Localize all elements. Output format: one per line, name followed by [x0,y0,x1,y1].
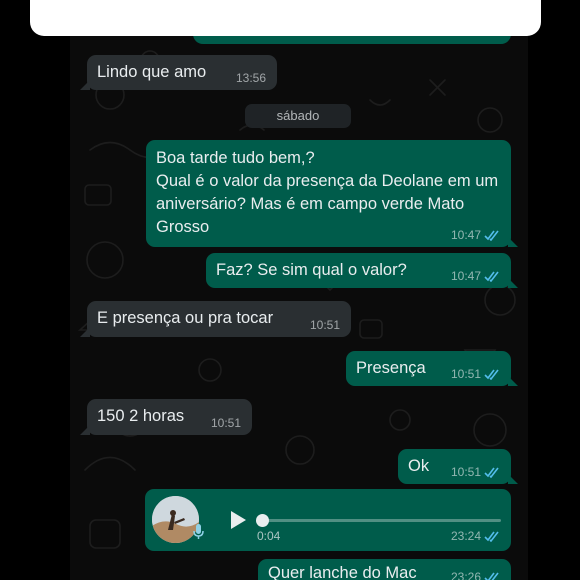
top-sheet-overlay [30,0,541,36]
message-time: 10:51 [210,416,241,430]
message-out-4[interactable]: Ok 10:51 [398,449,518,484]
message-text: Quer lanche do Mac [268,564,417,580]
message-text: Presença [356,359,426,377]
audio-scrubber-handle[interactable] [256,514,269,527]
read-receipt-icon [484,531,499,542]
message-text: Boa tarde tudo bem,? Qual é o valor da p… [156,149,499,236]
read-receipt-icon [484,230,499,241]
message-time: 10:47 [450,269,481,283]
read-receipt-icon [484,467,499,478]
message-meta: 10:51 [310,318,340,332]
message-out-3[interactable]: Presença 10:51 [346,351,518,386]
message-text: Faz? Se sim qual o valor? [216,261,407,279]
message-meta: 10:47 [451,269,501,283]
date-separator: sábado [245,104,351,128]
message-out-5[interactable]: Quer lanche do Mac 23:26 [258,559,511,580]
message-text: Ok [408,457,430,475]
message-text: E presença ou pra tocar [97,309,274,327]
whatsapp-chat-screen: Lindo que amo 13:56 sábado Boa tarde tud… [0,0,580,580]
message-text: 150 2 horas [97,407,185,425]
message-time: 23:26 [450,570,481,580]
message-out-1[interactable]: Boa tarde tudo bem,? Qual é o valor da p… [146,140,518,247]
message-in-2[interactable]: E presença ou pra tocar 10:51 [80,301,351,337]
message-meta: 23:24 [451,529,501,543]
message-meta: 10:47 [451,228,501,242]
message-time: 10:51 [450,367,481,381]
message-text: Lindo que amo [97,63,207,81]
message-time: 10:51 [309,318,340,332]
message-meta: 10:51 [451,465,501,479]
read-receipt-icon [484,572,499,580]
message-out-2[interactable]: Faz? Se sim qual o valor? 10:47 [206,253,518,288]
message-in-3[interactable]: 150 2 horas 10:51 [80,399,252,435]
message-meta: 23:26 [451,570,501,580]
message-meta: 10:51 [451,367,501,381]
audio-progress-track[interactable] [261,519,501,522]
microphone-icon [193,524,204,539]
message-time: 23:24 [450,529,481,543]
message-meta: 13:56 [236,71,266,85]
message-in-1[interactable]: Lindo que amo 13:56 [80,55,277,90]
message-time: 10:51 [450,465,481,479]
message-time: 13:56 [235,71,266,85]
read-receipt-icon [484,369,499,380]
play-icon[interactable] [227,509,249,531]
message-meta: 10:51 [211,416,241,430]
audio-duration: 0:04 [257,529,281,543]
message-time: 10:47 [450,228,481,242]
voice-message[interactable]: 0:04 23:24 [145,489,511,551]
read-receipt-icon [484,271,499,282]
